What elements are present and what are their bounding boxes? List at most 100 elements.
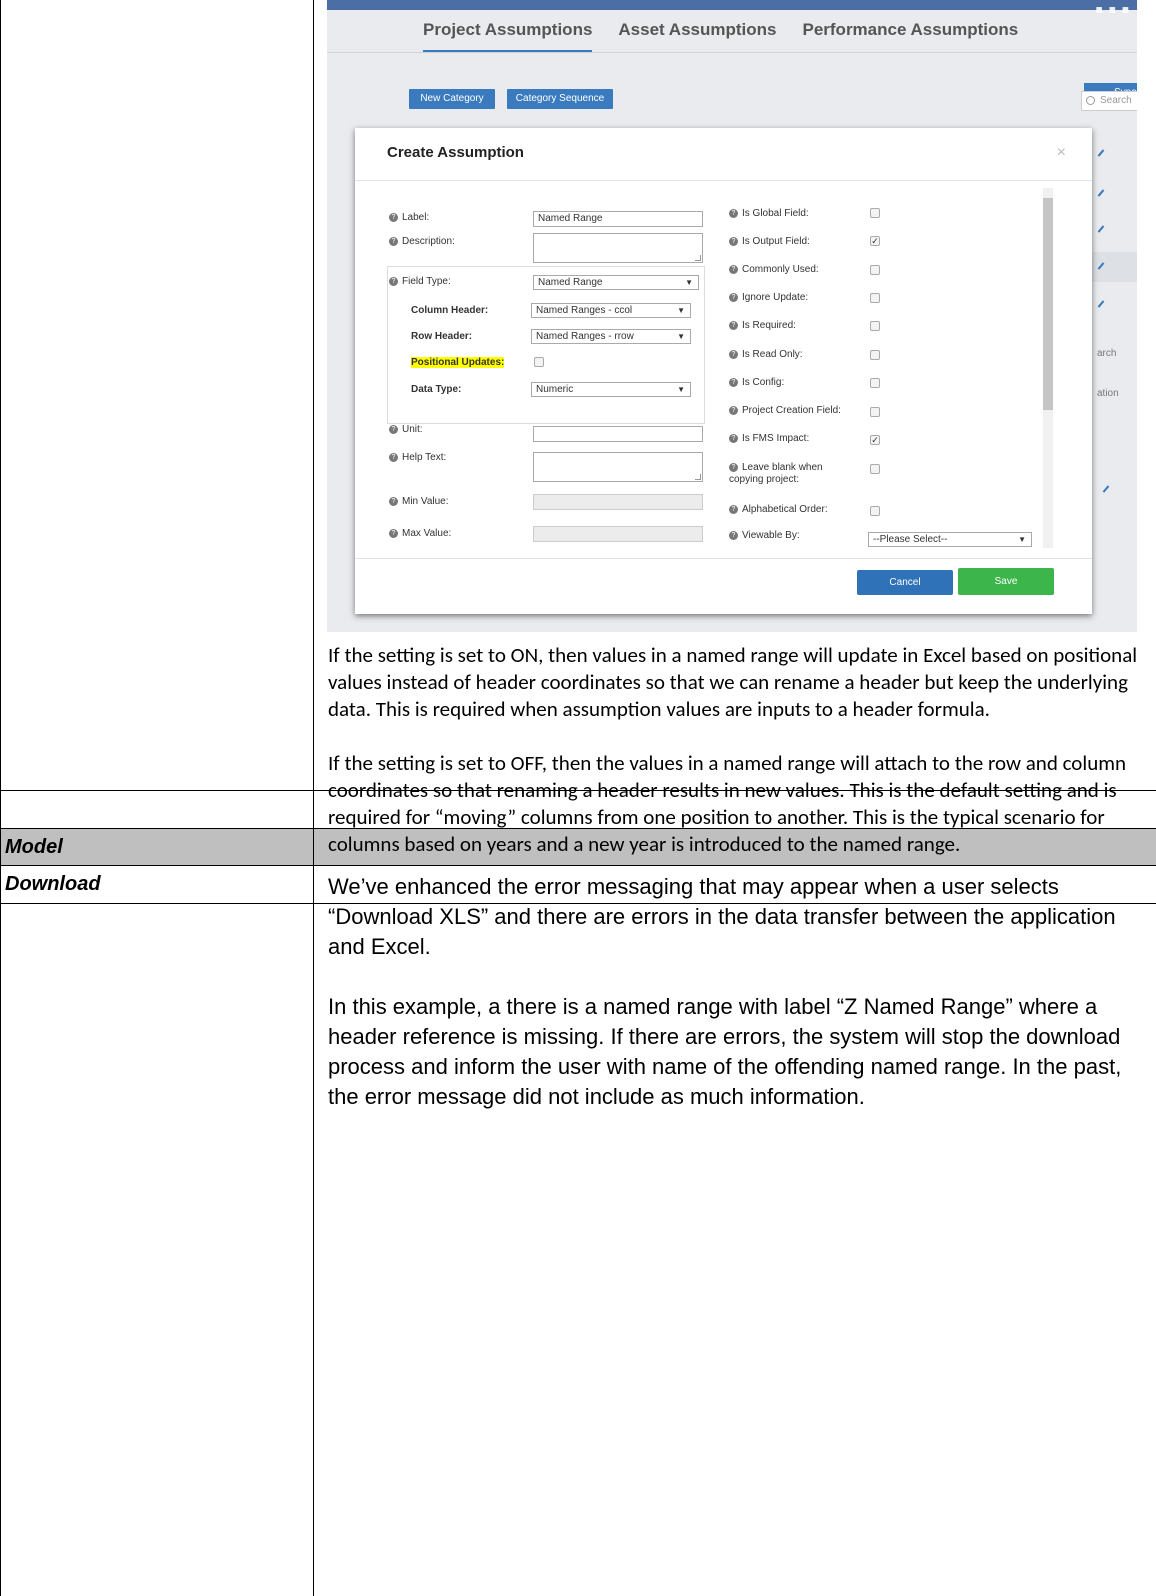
is-read-only-label: ? Is Read Only:	[729, 349, 803, 360]
ignore-update-label: ? Ignore Update:	[729, 292, 808, 303]
help-icon[interactable]: ?	[729, 236, 738, 246]
tab-performance-assumptions[interactable]: Performance Assumptions	[802, 20, 1018, 53]
viewable-by-label: ? Viewable By:	[729, 530, 800, 541]
field-type-label: ? Field Type:	[389, 276, 451, 287]
is-output-field-label: ? Is Output Field:	[729, 236, 810, 247]
description-field-label: ? Description:	[389, 236, 455, 247]
help-icon[interactable]: ?	[729, 264, 738, 274]
help-icon[interactable]: ?	[729, 433, 738, 443]
label-field-label: ? Label:	[389, 212, 429, 223]
help-icon[interactable]: ?	[729, 349, 738, 359]
edit-pencil-icon[interactable]	[1097, 225, 1105, 233]
is-required-checkbox[interactable]	[870, 321, 880, 331]
help-icon[interactable]: ?	[729, 320, 738, 330]
help-icon[interactable]: ?	[389, 496, 398, 506]
help-icon[interactable]: ?	[389, 276, 398, 286]
edit-pencil-icon[interactable]	[1097, 189, 1105, 197]
help-icon[interactable]: ?	[729, 530, 738, 540]
positional-updates-checkbox[interactable]	[534, 357, 544, 367]
help-icon[interactable]: ?	[729, 292, 738, 302]
column-header-select[interactable]: Named Ranges - ccol ▼	[531, 303, 691, 318]
help-icon[interactable]: ?	[389, 528, 398, 538]
chevron-down-icon: ▼	[677, 332, 685, 341]
unit-input[interactable]	[533, 426, 703, 442]
help-icon[interactable]: ?	[729, 377, 738, 387]
is-fms-impact-label: ? Is FMS Impact:	[729, 433, 809, 444]
is-config-label: ? Is Config:	[729, 377, 784, 388]
category-sequence-button[interactable]: Category Sequence	[507, 89, 613, 109]
is-config-checkbox[interactable]	[870, 378, 880, 388]
project-creation-field-checkbox[interactable]	[870, 407, 880, 417]
search-input[interactable]: Search	[1081, 91, 1137, 111]
chevron-down-icon: ▼	[1018, 535, 1026, 544]
edit-pencil-icon[interactable]	[1097, 300, 1105, 308]
tab-project-assumptions[interactable]: Project Assumptions	[423, 20, 593, 53]
row-header-select[interactable]: Named Ranges - rrow ▼	[531, 329, 691, 344]
help-icon[interactable]: ?	[729, 462, 738, 472]
edit-pencil-icon[interactable]	[1097, 149, 1105, 157]
is-read-only-checkbox[interactable]	[870, 350, 880, 360]
max-value-label: ? Max Value:	[389, 528, 451, 539]
commonly-used-label: ? Commonly Used:	[729, 264, 819, 275]
modal-title: Create Assumption	[387, 144, 524, 161]
search-icon	[1086, 96, 1095, 105]
modal-scrollbar[interactable]	[1043, 188, 1053, 548]
close-icon[interactable]: ×	[1057, 144, 1066, 162]
help-icon[interactable]: ?	[729, 405, 738, 415]
positional-off-paragraph: If the setting is set to OFF, then the v…	[328, 750, 1127, 857]
help-text-label: ? Help Text:	[389, 452, 446, 463]
embedded-screenshot: ... Project Assumptions Asset Assumption…	[327, 0, 1137, 632]
help-text-textarea[interactable]	[533, 452, 703, 482]
max-value-input	[533, 526, 703, 542]
edit-pencil-icon[interactable]	[1102, 485, 1110, 493]
viewable-by-select[interactable]: --Please Select-- ▼	[868, 532, 1032, 547]
save-button[interactable]: Save	[958, 568, 1054, 595]
leave-blank-label: ? Leave blank when copying project:	[729, 462, 823, 485]
tab-asset-assumptions[interactable]: Asset Assumptions	[618, 20, 776, 53]
scrollbar-thumb[interactable]	[1043, 198, 1053, 410]
alphabetical-order-checkbox[interactable]	[870, 506, 880, 516]
chevron-down-icon: ▼	[685, 278, 693, 287]
row-header-label: Row Header:	[411, 331, 473, 342]
row-heading-download: Download	[5, 873, 101, 895]
brand-logo-partial: ...	[1093, 0, 1133, 22]
app-header-bar: ...	[327, 0, 1137, 22]
chevron-down-icon: ▼	[677, 306, 685, 315]
help-icon[interactable]: ?	[729, 504, 738, 514]
resize-grip-icon[interactable]	[695, 474, 701, 480]
table-border-left	[0, 0, 1, 1596]
background-search-fragment: arch	[1097, 348, 1117, 359]
label-input[interactable]: Named Range	[533, 211, 703, 227]
cancel-button[interactable]: Cancel	[857, 570, 953, 595]
new-category-button[interactable]: New Category	[409, 89, 495, 109]
tab-underline	[327, 52, 1137, 53]
data-type-select[interactable]: Numeric ▼	[531, 382, 691, 397]
modal-header-divider	[355, 180, 1092, 181]
min-value-input	[533, 494, 703, 510]
commonly-used-checkbox[interactable]	[870, 265, 880, 275]
help-icon[interactable]: ?	[389, 236, 398, 246]
leave-blank-checkbox[interactable]	[870, 464, 880, 474]
positional-on-paragraph: If the setting is set to ON, then values…	[328, 642, 1138, 722]
download-paragraph-2: In this example, a there is a named rang…	[328, 994, 1122, 1109]
description-textarea[interactable]	[533, 233, 703, 263]
is-global-field-checkbox[interactable]	[870, 208, 880, 218]
help-icon[interactable]: ?	[389, 452, 398, 462]
search-placeholder: Search	[1100, 95, 1132, 106]
background-action-fragment: ation	[1097, 388, 1119, 399]
positional-updates-label: Positional Updates:	[411, 357, 505, 368]
is-global-field-label: ? Is Global Field:	[729, 208, 809, 219]
column-header-label: Column Header:	[411, 305, 489, 316]
min-value-label: ? Min Value:	[389, 496, 449, 507]
is-output-field-checkbox[interactable]: ✓	[870, 236, 880, 246]
ignore-update-checkbox[interactable]	[870, 293, 880, 303]
resize-grip-icon[interactable]	[695, 255, 701, 261]
project-creation-field-label: ? Project Creation Field:	[729, 405, 841, 416]
field-type-select[interactable]: Named Range ▼	[533, 275, 699, 290]
assumption-tabs: Project Assumptions Asset Assumptions Pe…	[423, 20, 1018, 53]
help-icon[interactable]: ?	[389, 424, 398, 434]
help-icon[interactable]: ?	[729, 208, 738, 218]
help-icon[interactable]: ?	[389, 212, 398, 222]
modal-footer-divider	[355, 558, 1092, 559]
is-fms-impact-checkbox[interactable]: ✓	[870, 435, 880, 445]
